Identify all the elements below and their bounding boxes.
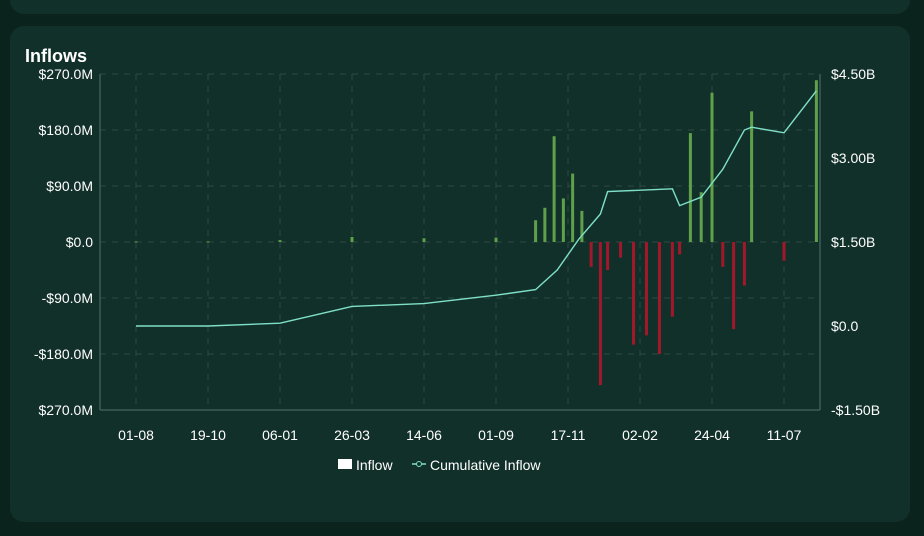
legend-inflow-swatch <box>338 459 352 469</box>
y-left-tick-label: -$90.0M <box>42 290 93 306</box>
y-left-tick-label: $270.0M <box>39 66 93 82</box>
inflow-bar[interactable] <box>598 242 602 386</box>
inflow-bar[interactable] <box>688 133 692 242</box>
x-tick-label: 26-03 <box>334 427 370 443</box>
cumulative-line <box>136 90 817 327</box>
y-right-tick-label: $3.00B <box>831 150 875 166</box>
legend-cumulative-label[interactable]: Cumulative Inflow <box>430 457 541 473</box>
inflow-bar[interactable] <box>814 80 818 242</box>
chart-legend[interactable]: Inflow Cumulative Inflow <box>338 457 541 473</box>
inflow-bar[interactable] <box>561 198 565 242</box>
y-left-tick-label: $90.0M <box>46 178 93 194</box>
inflow-bar[interactable] <box>571 173 575 242</box>
x-tick-label: 14-06 <box>406 427 442 443</box>
inflow-bar[interactable] <box>350 237 354 242</box>
inflow-bar[interactable] <box>534 220 538 242</box>
inflow-bar[interactable] <box>742 242 746 286</box>
inflow-bar[interactable] <box>589 242 593 267</box>
inflow-bar[interactable] <box>710 92 714 243</box>
inflow-bar[interactable] <box>206 241 210 243</box>
y-left-tick-label: $180.0M <box>39 122 93 138</box>
inflow-bar[interactable] <box>732 242 736 330</box>
y-right-tick-label: $0.0 <box>831 318 858 334</box>
inflow-bar[interactable] <box>606 242 610 270</box>
chart-axes: $270.0M $180.0M $90.0M $0.0 -$90.0M -$180.0M $… <box>34 66 880 443</box>
x-tick-label: 17-11 <box>551 427 586 443</box>
inflow-bars <box>134 80 818 386</box>
inflow-bar[interactable] <box>552 136 556 242</box>
legend-cumulative-marker <box>416 461 422 467</box>
x-tick-label: 02-02 <box>622 427 658 443</box>
inflow-bar[interactable] <box>644 242 648 336</box>
y-right-tick-label: $4.50B <box>831 66 875 82</box>
inflow-bar[interactable] <box>657 242 661 354</box>
inflow-bar[interactable] <box>134 241 138 243</box>
inflow-bar[interactable] <box>619 242 623 258</box>
legend-inflow-label[interactable]: Inflow <box>356 457 393 473</box>
inflow-bar[interactable] <box>543 207 547 242</box>
x-tick-label: 06-01 <box>262 427 298 443</box>
inflows-chart: $270.0M $180.0M $90.0M $0.0 -$90.0M -$180.0M $… <box>34 66 880 473</box>
x-tick-label: 01-08 <box>118 427 154 443</box>
x-tick-label: 01-09 <box>478 427 514 443</box>
y-right-tick-label: $1.50B <box>831 234 875 250</box>
inflow-bar[interactable] <box>750 111 754 242</box>
inflow-bar[interactable] <box>278 240 282 242</box>
x-tick-label: 11-07 <box>767 427 802 443</box>
inflow-bar[interactable] <box>782 242 786 261</box>
inflow-bar[interactable] <box>632 242 636 345</box>
cumulative-inflow-line[interactable] <box>136 90 817 327</box>
inflow-bar[interactable] <box>422 238 426 242</box>
inflow-bar[interactable] <box>678 242 682 255</box>
inflow-bar[interactable] <box>670 242 674 317</box>
y-right-tick-label: -$1.50B <box>831 402 880 418</box>
inflow-bar[interactable] <box>721 242 725 267</box>
y-left-tick-label: -$180.0M <box>34 346 93 362</box>
y-left-tick-label: $270.0M <box>39 402 93 418</box>
inflow-bar[interactable] <box>494 237 498 242</box>
x-tick-label: 19-10 <box>190 427 226 443</box>
inflow-bar[interactable] <box>699 192 703 242</box>
y-left-tick-label: $0.0 <box>66 234 93 250</box>
x-tick-label: 24-04 <box>694 427 730 443</box>
